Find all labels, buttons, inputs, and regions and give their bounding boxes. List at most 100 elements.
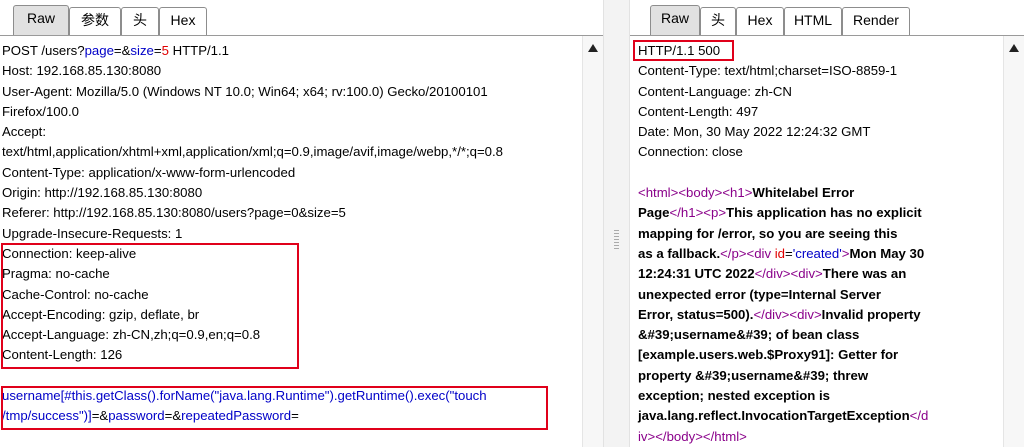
scroll-up-arrow-icon[interactable]	[1009, 44, 1019, 52]
response-token: unexpected error (type=Internal Server	[638, 286, 881, 302]
request-line: Referer: http://192.168.85.130:8080/user…	[2, 203, 581, 223]
request-tab-hex[interactable]: Hex	[159, 7, 207, 35]
request-token: /tmp/success")]	[2, 408, 92, 424]
response-tab-render[interactable]: Render	[842, 7, 910, 35]
response-token: exception; nested exception is	[638, 388, 831, 404]
request-token: POST /users?	[2, 43, 85, 58]
response-token: </body>	[655, 428, 703, 444]
response-line: HTTP/1.1 500	[638, 41, 1000, 61]
request-line: Accept:	[2, 122, 581, 142]
response-token: </div>	[753, 306, 790, 322]
response-line: java.lang.reflect.InvocationTargetExcept…	[638, 406, 1000, 426]
response-token: </p>	[720, 245, 747, 261]
response-line: Content-Language: zh-CN	[638, 82, 1000, 102]
request-token: =&	[113, 43, 131, 58]
request-line: Connection: keep-alive	[2, 244, 581, 264]
request-line: username[#this.getClass().forName("java.…	[2, 386, 581, 406]
response-token: <p>	[703, 205, 727, 221]
request-token: Accept:	[2, 124, 46, 140]
request-line: User-Agent: Mozilla/5.0 (Windows NT 10.0…	[2, 82, 581, 102]
request-scrollbar[interactable]	[582, 36, 603, 447]
response-token: There was an	[822, 266, 907, 282]
request-token: Cache-Control: no-cache	[2, 286, 149, 302]
request-editor[interactable]: POST /users?page=&size=5 HTTP/1.1 Host: 1…	[2, 41, 581, 447]
request-line: Upgrade-Insecure-Requests: 1	[2, 224, 581, 244]
request-token: password	[108, 408, 165, 424]
response-token: iv>	[638, 428, 656, 444]
request-token: Content-Length: 126	[2, 347, 123, 363]
response-token: <body>	[678, 185, 723, 201]
response-token: Content-Language: zh-CN	[638, 83, 792, 99]
response-line: Content-Length: 497	[638, 102, 1000, 122]
response-tab-headers[interactable]: 头	[700, 7, 736, 35]
pane-divider[interactable]	[603, 0, 630, 447]
response-line: as a fallback.</p><div id='created'>Mon …	[638, 244, 1000, 264]
response-token: Connection: close	[638, 144, 743, 160]
response-tab-raw[interactable]: Raw	[650, 5, 700, 36]
request-line: Accept-Language: zh-CN,zh;q=0.9,en;q=0.8	[2, 325, 581, 345]
response-token: HTTP/1.1 500	[638, 43, 721, 58]
scroll-up-arrow-icon[interactable]	[588, 44, 598, 52]
response-viewer[interactable]: HTTP/1.1 500 Content-Type: text/html;char…	[638, 41, 1000, 447]
response-tab-bar: Raw 头 Hex HTML Render	[630, 0, 1024, 36]
response-line: iv></body></html>	[638, 427, 1000, 447]
request-token: Pragma: no-cache	[2, 266, 110, 282]
response-token: as a fallback.	[638, 245, 721, 261]
response-token: =	[785, 245, 793, 261]
response-token: </d	[909, 408, 929, 424]
response-token: <div	[746, 245, 775, 261]
response-token: Content-Type: text/html;charset=ISO-8859…	[638, 63, 898, 79]
response-token: Whitelabel Error	[752, 185, 855, 201]
request-token: repeatedPassword	[181, 408, 292, 424]
response-scrollbar[interactable]	[1003, 36, 1024, 447]
request-token: =&	[91, 408, 109, 424]
response-token: Invalid property	[821, 306, 921, 322]
response-token: Page	[638, 205, 670, 221]
request-token: Firefox/100.0	[2, 103, 79, 119]
response-line: Page</h1><p>This application has no expl…	[638, 203, 1000, 223]
request-line: Content-Length: 126	[2, 345, 581, 365]
request-tab-headers[interactable]: 头	[121, 7, 159, 35]
response-line: <html><body><h1>Whitelabel Error	[638, 183, 1000, 203]
response-token: Mon May 30	[849, 245, 925, 261]
response-token: </h1>	[669, 205, 704, 221]
request-line: text/html,application/xhtml+xml,applicat…	[2, 142, 581, 162]
request-line: Content-Type: application/x-www-form-url…	[2, 163, 581, 183]
response-tab-hex[interactable]: Hex	[736, 7, 784, 35]
response-line: Content-Type: text/html;charset=ISO-8859…	[638, 61, 1000, 81]
response-token: </html>	[702, 428, 747, 444]
request-token: 5	[161, 43, 169, 58]
divider-grip-icon[interactable]	[614, 230, 619, 250]
request-token: page	[84, 43, 114, 58]
request-token: size	[130, 43, 154, 58]
request-tab-bar: Raw 参数 头 Hex	[0, 0, 603, 36]
response-token: 'created'	[792, 245, 842, 261]
response-tab-html[interactable]: HTML	[784, 7, 842, 35]
response-token: <div>	[789, 306, 822, 322]
response-line: [example.users.web.$Proxy91]: Getter for	[638, 345, 1000, 365]
request-pane: Raw 参数 头 Hex POST /users?page=&size=5 HT…	[0, 0, 603, 447]
request-token: =&	[164, 408, 182, 424]
request-line: Host: 192.168.85.130:8080	[2, 61, 581, 81]
request-line: /tmp/success")]=&password=&repeatedPassw…	[2, 406, 581, 426]
response-token: &#39;username&#39; of bean class	[638, 327, 860, 343]
response-token: 12:24:31 UTC 2022	[638, 266, 755, 282]
response-token: Date: Mon, 30 May 2022 12:24:32 GMT	[638, 124, 871, 140]
request-token: =	[291, 408, 299, 424]
request-token: HTTP/1.1	[168, 43, 230, 58]
request-token: text/html,application/xhtml+xml,applicat…	[2, 144, 504, 160]
response-token: mapping for /error, so you are seeing th…	[638, 225, 898, 241]
request-tab-raw[interactable]: Raw	[13, 5, 69, 36]
request-line: POST /users?page=&size=5 HTTP/1.1	[2, 41, 581, 61]
request-token: =	[153, 43, 162, 58]
request-token: Accept-Encoding: gzip, deflate, br	[2, 306, 200, 322]
request-line: Pragma: no-cache	[2, 264, 581, 284]
request-tab-params[interactable]: 参数	[69, 7, 121, 35]
response-token: This application has no explicit	[726, 205, 922, 221]
response-token: [example.users.web.$Proxy91]: Getter for	[638, 347, 899, 363]
response-line	[638, 163, 1000, 183]
response-token: property &#39;username&#39; threw	[638, 367, 869, 383]
request-token: Content-Type: application/x-www-form-url…	[2, 164, 296, 180]
response-line: mapping for /error, so you are seeing th…	[638, 224, 1000, 244]
request-line: Firefox/100.0	[2, 102, 581, 122]
